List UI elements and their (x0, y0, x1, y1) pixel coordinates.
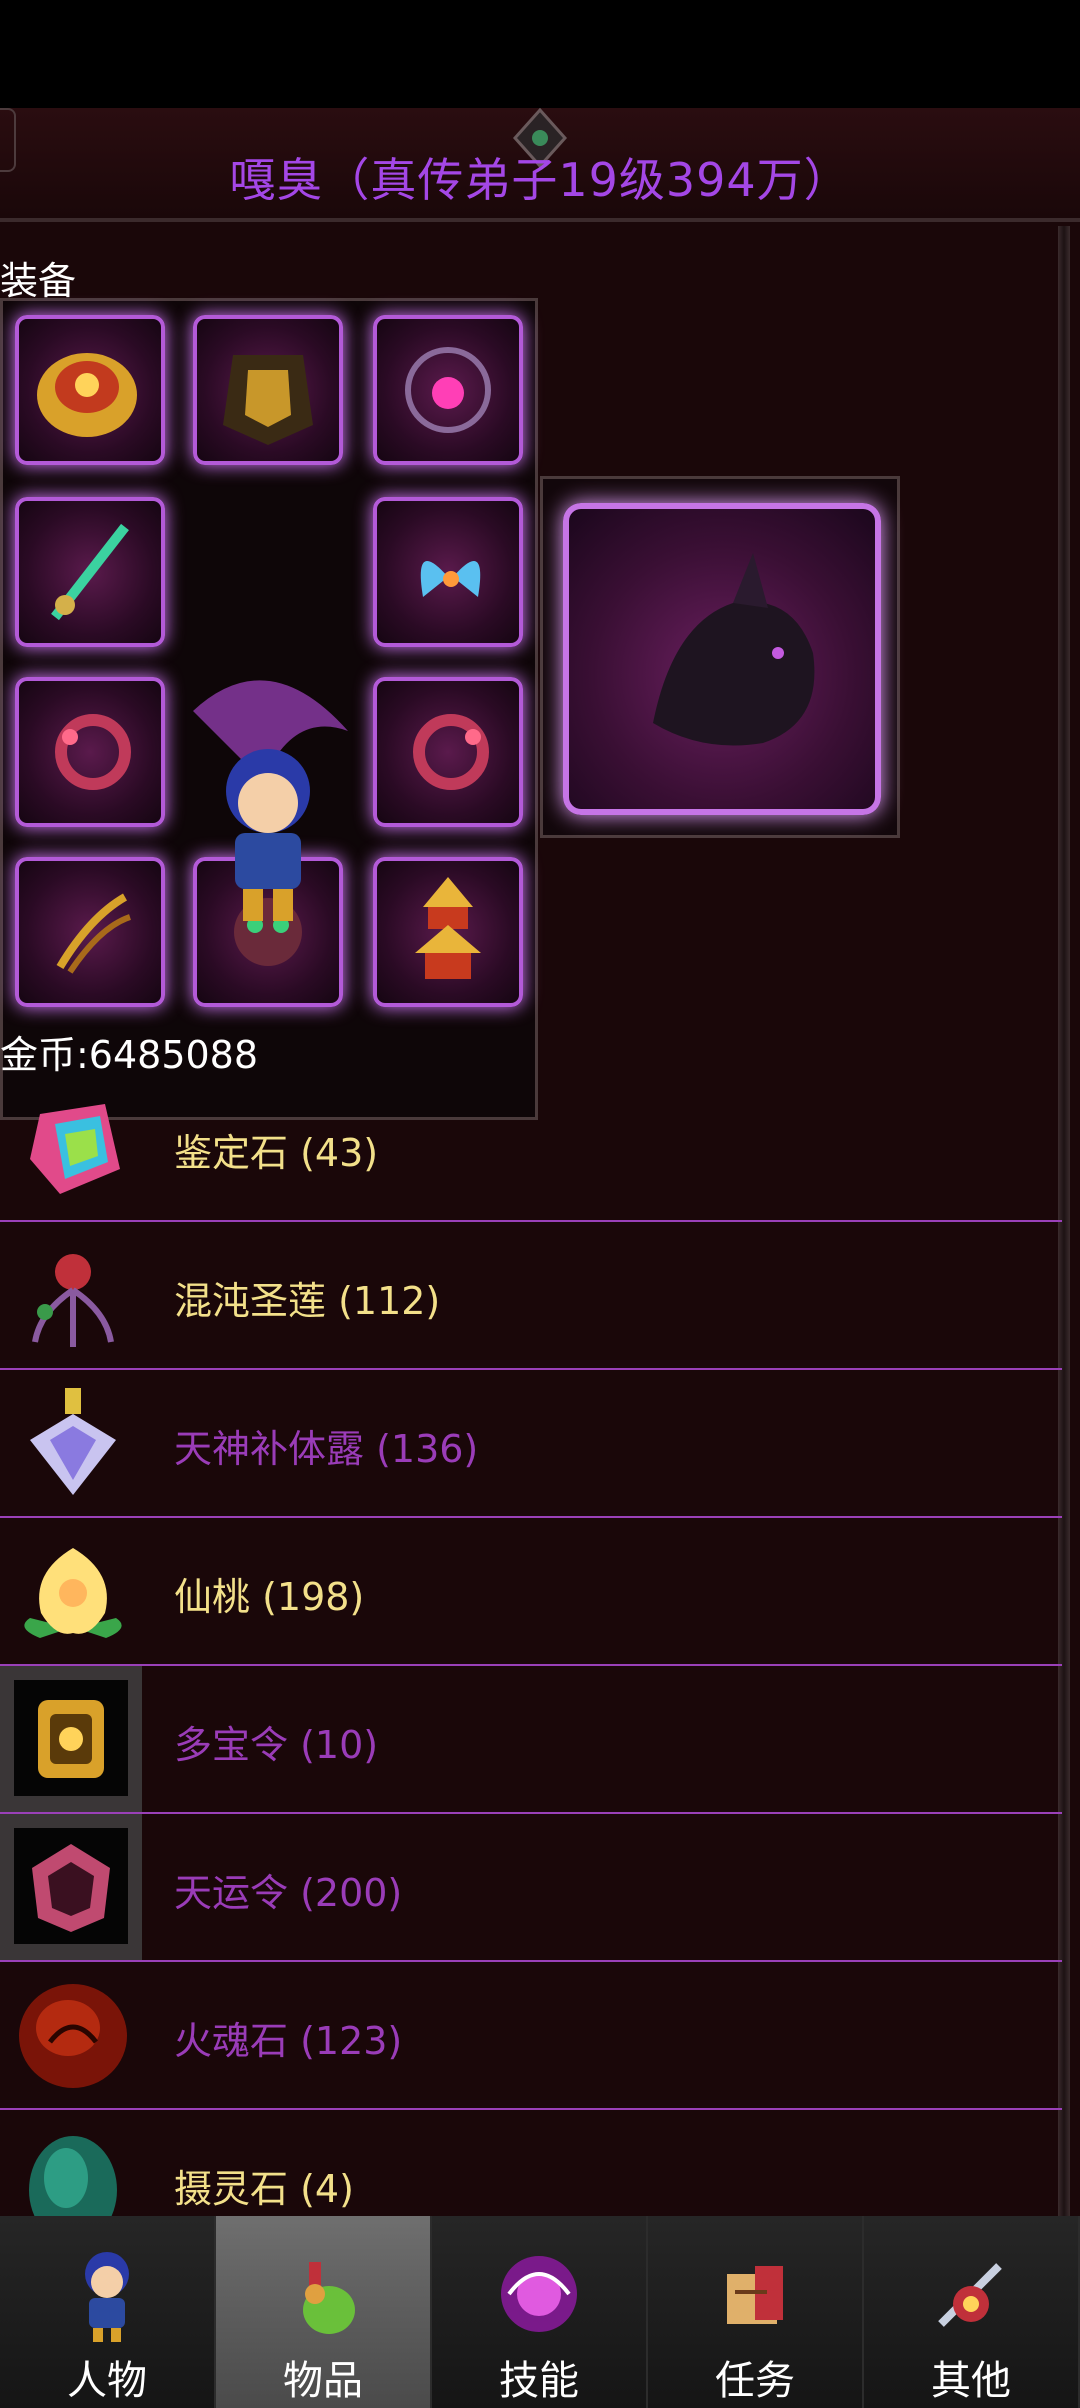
item-label: 火魂石 (123) (174, 2019, 403, 2063)
item-label: 天运令 (200) (174, 1871, 403, 1915)
item-label: 混沌圣莲 (112) (174, 1279, 441, 1323)
tab-label: 物品 (283, 2358, 363, 2404)
golden-helmet-icon (37, 353, 137, 437)
item-label: 仙桃 (198) (174, 1575, 365, 1619)
character-icon (85, 2252, 129, 2342)
list-item[interactable]: 混沌圣莲 (112) (0, 1222, 1062, 1370)
player-avatar-icon (193, 680, 348, 921)
status-bar (0, 0, 1080, 108)
tab-other[interactable]: 其他 (864, 2216, 1080, 2408)
item-label: 鉴定石 (43) (174, 1131, 379, 1175)
window-title: 嘎臭（真传弟子19级394万） (229, 153, 851, 207)
quest-book-icon (727, 2266, 783, 2324)
tab-skills[interactable]: 技能 (432, 2216, 648, 2408)
icon-frame (0, 1814, 142, 1960)
equip-slot-weapon[interactable] (15, 497, 165, 647)
item-label: 多宝令 (10) (174, 1723, 379, 1767)
equip-slot-boots[interactable] (15, 857, 165, 1007)
treasure-token-icon (38, 1700, 104, 1778)
skill-orb-icon (501, 2256, 577, 2332)
equip-slot-ring-right[interactable] (373, 677, 523, 827)
tab-character[interactable]: 人物 (0, 2216, 216, 2408)
icon-frame (0, 1666, 142, 1812)
bottom-tab-bar: 人物 物品 技能 任务 其他 (0, 2216, 1080, 2408)
fairy-wing-icon (420, 561, 481, 597)
list-item[interactable]: 天运令 (200) (0, 1814, 1062, 1962)
mount-slot[interactable] (563, 503, 881, 815)
equip-slot-ring-left[interactable] (15, 677, 165, 827)
dark-armor-icon (223, 355, 313, 445)
potion-bag-icon (303, 2262, 355, 2334)
list-item[interactable]: 鉴定石 (43) (0, 1074, 1062, 1222)
list-item[interactable]: 火魂石 (123) (0, 1962, 1062, 2110)
tab-label: 技能 (499, 2358, 579, 2404)
pendant-icon (405, 347, 491, 433)
tab-quests[interactable]: 任务 (648, 2216, 864, 2408)
equip-slot-amulet[interactable] (373, 315, 523, 465)
green-sword-icon (51, 523, 129, 621)
crystal-potion-icon (30, 1388, 116, 1495)
item-label: 天神补体露 (136) (174, 1427, 479, 1471)
fortune-token-icon (32, 1844, 110, 1932)
tab-items[interactable]: 物品 (216, 2216, 432, 2408)
equipment-label: 装备 (0, 259, 77, 303)
icon-frame-inner (14, 1828, 128, 1944)
list-item[interactable]: 天神补体露 (136) (0, 1370, 1062, 1518)
other-sword-icon (938, 2263, 1002, 2327)
inventory-window: 嘎臭（真传弟子19级394万） 装备 金币:6485088 鉴定石 (43) 混… (0, 108, 1080, 2258)
fire-soul-stone-icon (19, 1984, 127, 2088)
equip-slot-helmet[interactable] (15, 315, 165, 465)
ring-icon (55, 714, 131, 790)
item-label: 摄灵石 (4) (174, 2167, 354, 2211)
claw-icon (56, 893, 132, 974)
equipment-panel (0, 298, 538, 1120)
rainbow-gem-icon (30, 1104, 120, 1194)
icon-frame-inner (14, 1680, 128, 1796)
equip-slot-pagoda[interactable] (373, 857, 523, 1007)
peach-icon (24, 1548, 122, 1638)
tab-label: 其他 (931, 2358, 1011, 2404)
list-item[interactable]: 仙桃 (198) (0, 1518, 1062, 1666)
chaos-lotus-icon (32, 1254, 114, 1347)
item-list: 鉴定石 (43) 混沌圣莲 (112) 天神补体露 (136) 仙桃 (198)… (0, 1074, 1062, 2258)
title-frame: 嘎臭（真传弟子19级394万） (0, 108, 1080, 222)
tab-label: 人物 (67, 2358, 147, 2404)
tab-label: 任务 (715, 2358, 795, 2404)
ring-icon (413, 714, 489, 790)
equip-slot-wings[interactable] (373, 497, 523, 647)
mount-panel (540, 476, 900, 838)
list-item[interactable]: 多宝令 (10) (0, 1666, 1062, 1814)
shadow-beast-icon (653, 553, 815, 746)
gold-amount: 金币:6485088 (0, 1033, 259, 1077)
equip-slot-armor[interactable] (193, 315, 343, 465)
golden-pagoda-icon (415, 877, 481, 979)
